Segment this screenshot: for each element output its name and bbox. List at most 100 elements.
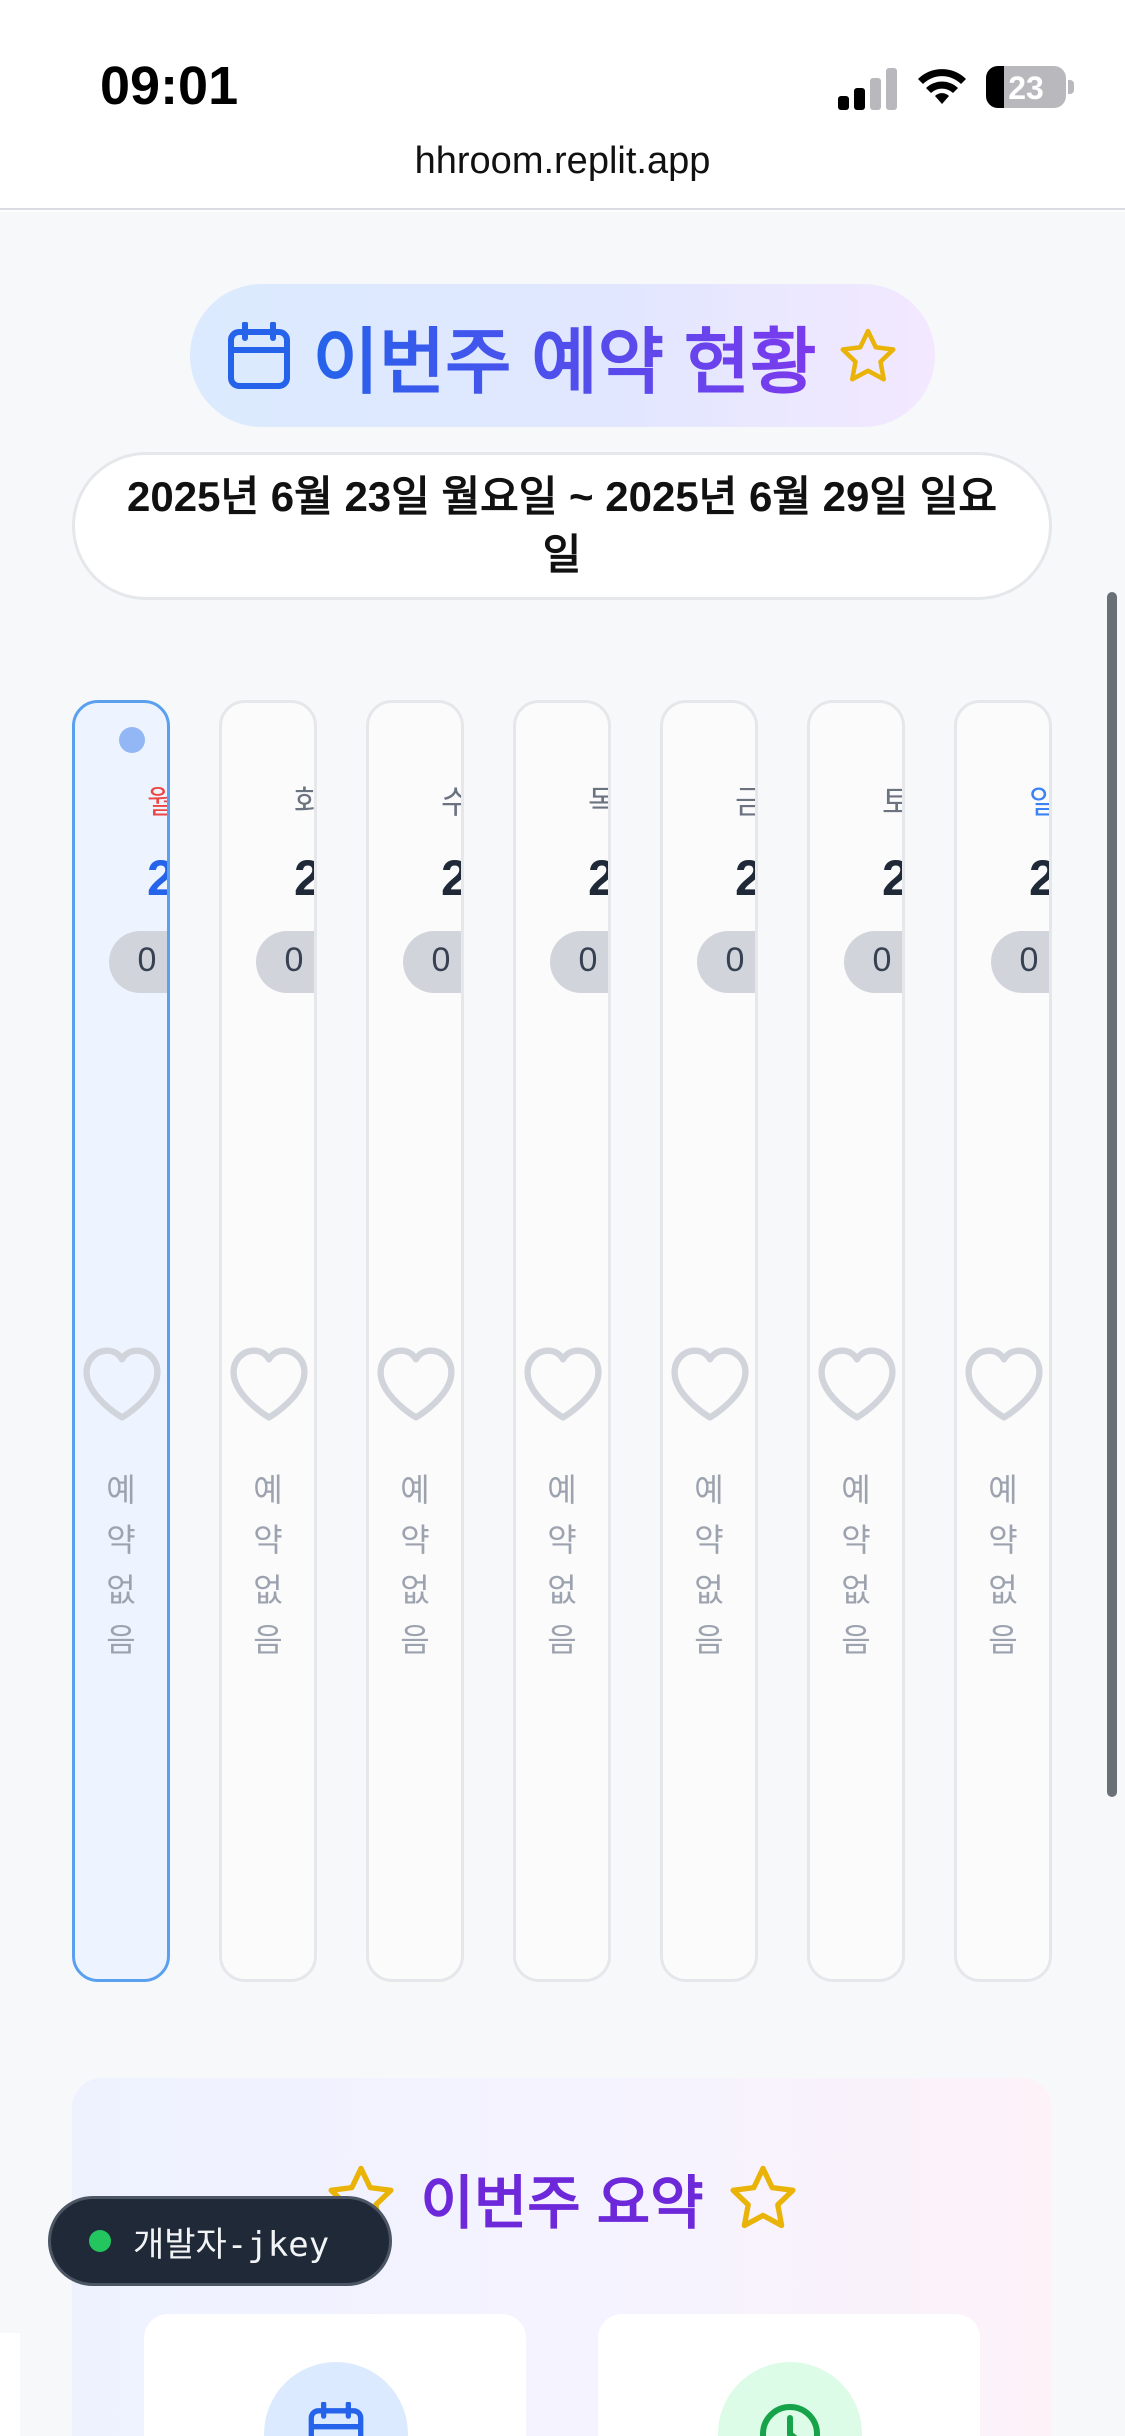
heart-icon [965,1347,1043,1421]
heart-icon [377,1347,455,1421]
reservation-count: 0 [1019,941,1039,979]
reservation-count-badge: 0 [403,931,461,993]
day-column[interactable]: 금 2 0 예약없음 [660,700,758,1982]
no-reservation-char: 없 [400,1572,430,1608]
reservation-count: 0 [725,941,745,979]
no-reservation-char: 음 [106,1622,136,1658]
no-reservation-char: 음 [694,1622,724,1658]
no-reservation-text: 예약없음 [957,1465,1049,1665]
no-reservation-char: 약 [841,1522,871,1558]
no-reservation-char: 예 [253,1472,283,1508]
status-bar: 09:01 23 [0,0,1125,140]
battery-icon: 23 [986,66,1066,108]
reservation-count: 0 [431,941,451,979]
day-label: 월 [147,777,167,823]
day-column[interactable]: 화 2 0 예약없음 [219,700,317,1982]
day-number: 2 [735,849,755,907]
day-number: 2 [588,849,608,907]
date-range-text: 2025년 6월 23일 월요일 ~ 2025년 6월 29일 일요일 [127,473,997,578]
reservation-count-badge: 0 [109,931,167,993]
stat-card-time [598,2314,980,2436]
day-column[interactable]: 수 2 0 예약없음 [366,700,464,1982]
heart-icon [818,1347,896,1421]
no-reservation-char: 없 [253,1572,283,1608]
day-label: 토 [882,777,902,823]
reservation-count-badge: 0 [256,931,314,993]
day-column[interactable]: 일 2 0 예약없음 [954,700,1052,1982]
no-reservation-text: 예약없음 [810,1465,902,1665]
stat-icon-bg [718,2362,862,2436]
calendar-icon [308,2402,364,2436]
day-number: 2 [882,849,902,907]
no-reservation-text: 예약없음 [75,1465,167,1665]
no-reservation-char: 없 [694,1572,724,1608]
no-reservation-char: 음 [400,1622,430,1658]
day-label: 화 [294,777,314,823]
edge-strip [0,2333,20,2436]
no-reservation-text: 예약없음 [663,1465,755,1665]
star-icon [840,328,896,381]
no-reservation-char: 약 [106,1522,136,1558]
no-reservation-char: 음 [547,1622,577,1658]
battery-tip [1068,80,1074,94]
no-reservation-char: 예 [841,1472,871,1508]
online-status-dot [89,2230,111,2252]
reservation-count: 0 [872,941,892,979]
wifi-icon [918,69,966,104]
day-number: 2 [294,849,314,907]
reservation-count-badge: 0 [550,931,608,993]
no-reservation-text: 예약없음 [222,1465,314,1665]
no-reservation-text: 예약없음 [369,1465,461,1665]
no-reservation-char: 예 [988,1472,1018,1508]
page-title-text: 이번주 예약 현황 [313,303,817,408]
no-reservation-char: 약 [253,1522,283,1558]
day-column[interactable]: 토 2 0 예약없음 [807,700,905,1982]
no-reservation-char: 음 [841,1622,871,1658]
reservation-count: 0 [137,941,157,979]
no-reservation-char: 예 [106,1472,136,1508]
url-text: hhroom.replit.app [414,140,711,182]
reservation-count-badge: 0 [844,931,902,993]
day-number: 2 [441,849,461,907]
developer-badge[interactable]: 개발자-jkey [48,2196,392,2286]
day-label: 금 [735,777,755,823]
today-indicator [119,727,145,753]
reservation-count-badge: 0 [991,931,1049,993]
no-reservation-char: 예 [694,1472,724,1508]
day-column[interactable]: 월 2 0 예약없음 [72,700,170,1982]
no-reservation-char: 없 [988,1572,1018,1608]
reservation-count: 0 [578,941,598,979]
stat-icon-bg [264,2362,408,2436]
scrollbar[interactable] [1107,592,1117,1797]
no-reservation-char: 약 [694,1522,724,1558]
day-number: 2 [1029,849,1049,907]
no-reservation-char: 음 [988,1622,1018,1658]
no-reservation-char: 없 [106,1572,136,1608]
calendar-icon [227,321,290,389]
heart-icon [230,1347,308,1421]
heart-icon [671,1347,749,1421]
stat-card-reservations [144,2314,526,2436]
day-number: 2 [147,849,167,907]
no-reservation-char: 예 [547,1472,577,1508]
developer-label: 개발자-jkey [133,2224,330,2265]
cellular-signal-icon [838,68,898,110]
no-reservation-char: 없 [841,1572,871,1608]
url-bar[interactable]: hhroom.replit.app [0,140,1125,210]
day-column[interactable]: 목 2 0 예약없음 [513,700,611,1982]
clock-icon [760,2404,820,2436]
day-label: 수 [441,777,461,823]
no-reservation-char: 약 [400,1522,430,1558]
day-label: 일 [1029,777,1049,823]
status-time: 09:01 [100,56,239,116]
page-content: 이번주 예약 현황 2025년 6월 23일 월요일 ~ 2025년 6월 29… [0,212,1125,2436]
heart-icon [83,1347,161,1421]
battery-level: 23 [1008,70,1044,106]
heart-icon [524,1347,602,1421]
no-reservation-char: 약 [547,1522,577,1558]
no-reservation-char: 음 [253,1622,283,1658]
day-label: 목 [588,777,608,823]
no-reservation-char: 약 [988,1522,1018,1558]
no-reservation-char: 예 [400,1472,430,1508]
star-icon [730,2165,796,2229]
